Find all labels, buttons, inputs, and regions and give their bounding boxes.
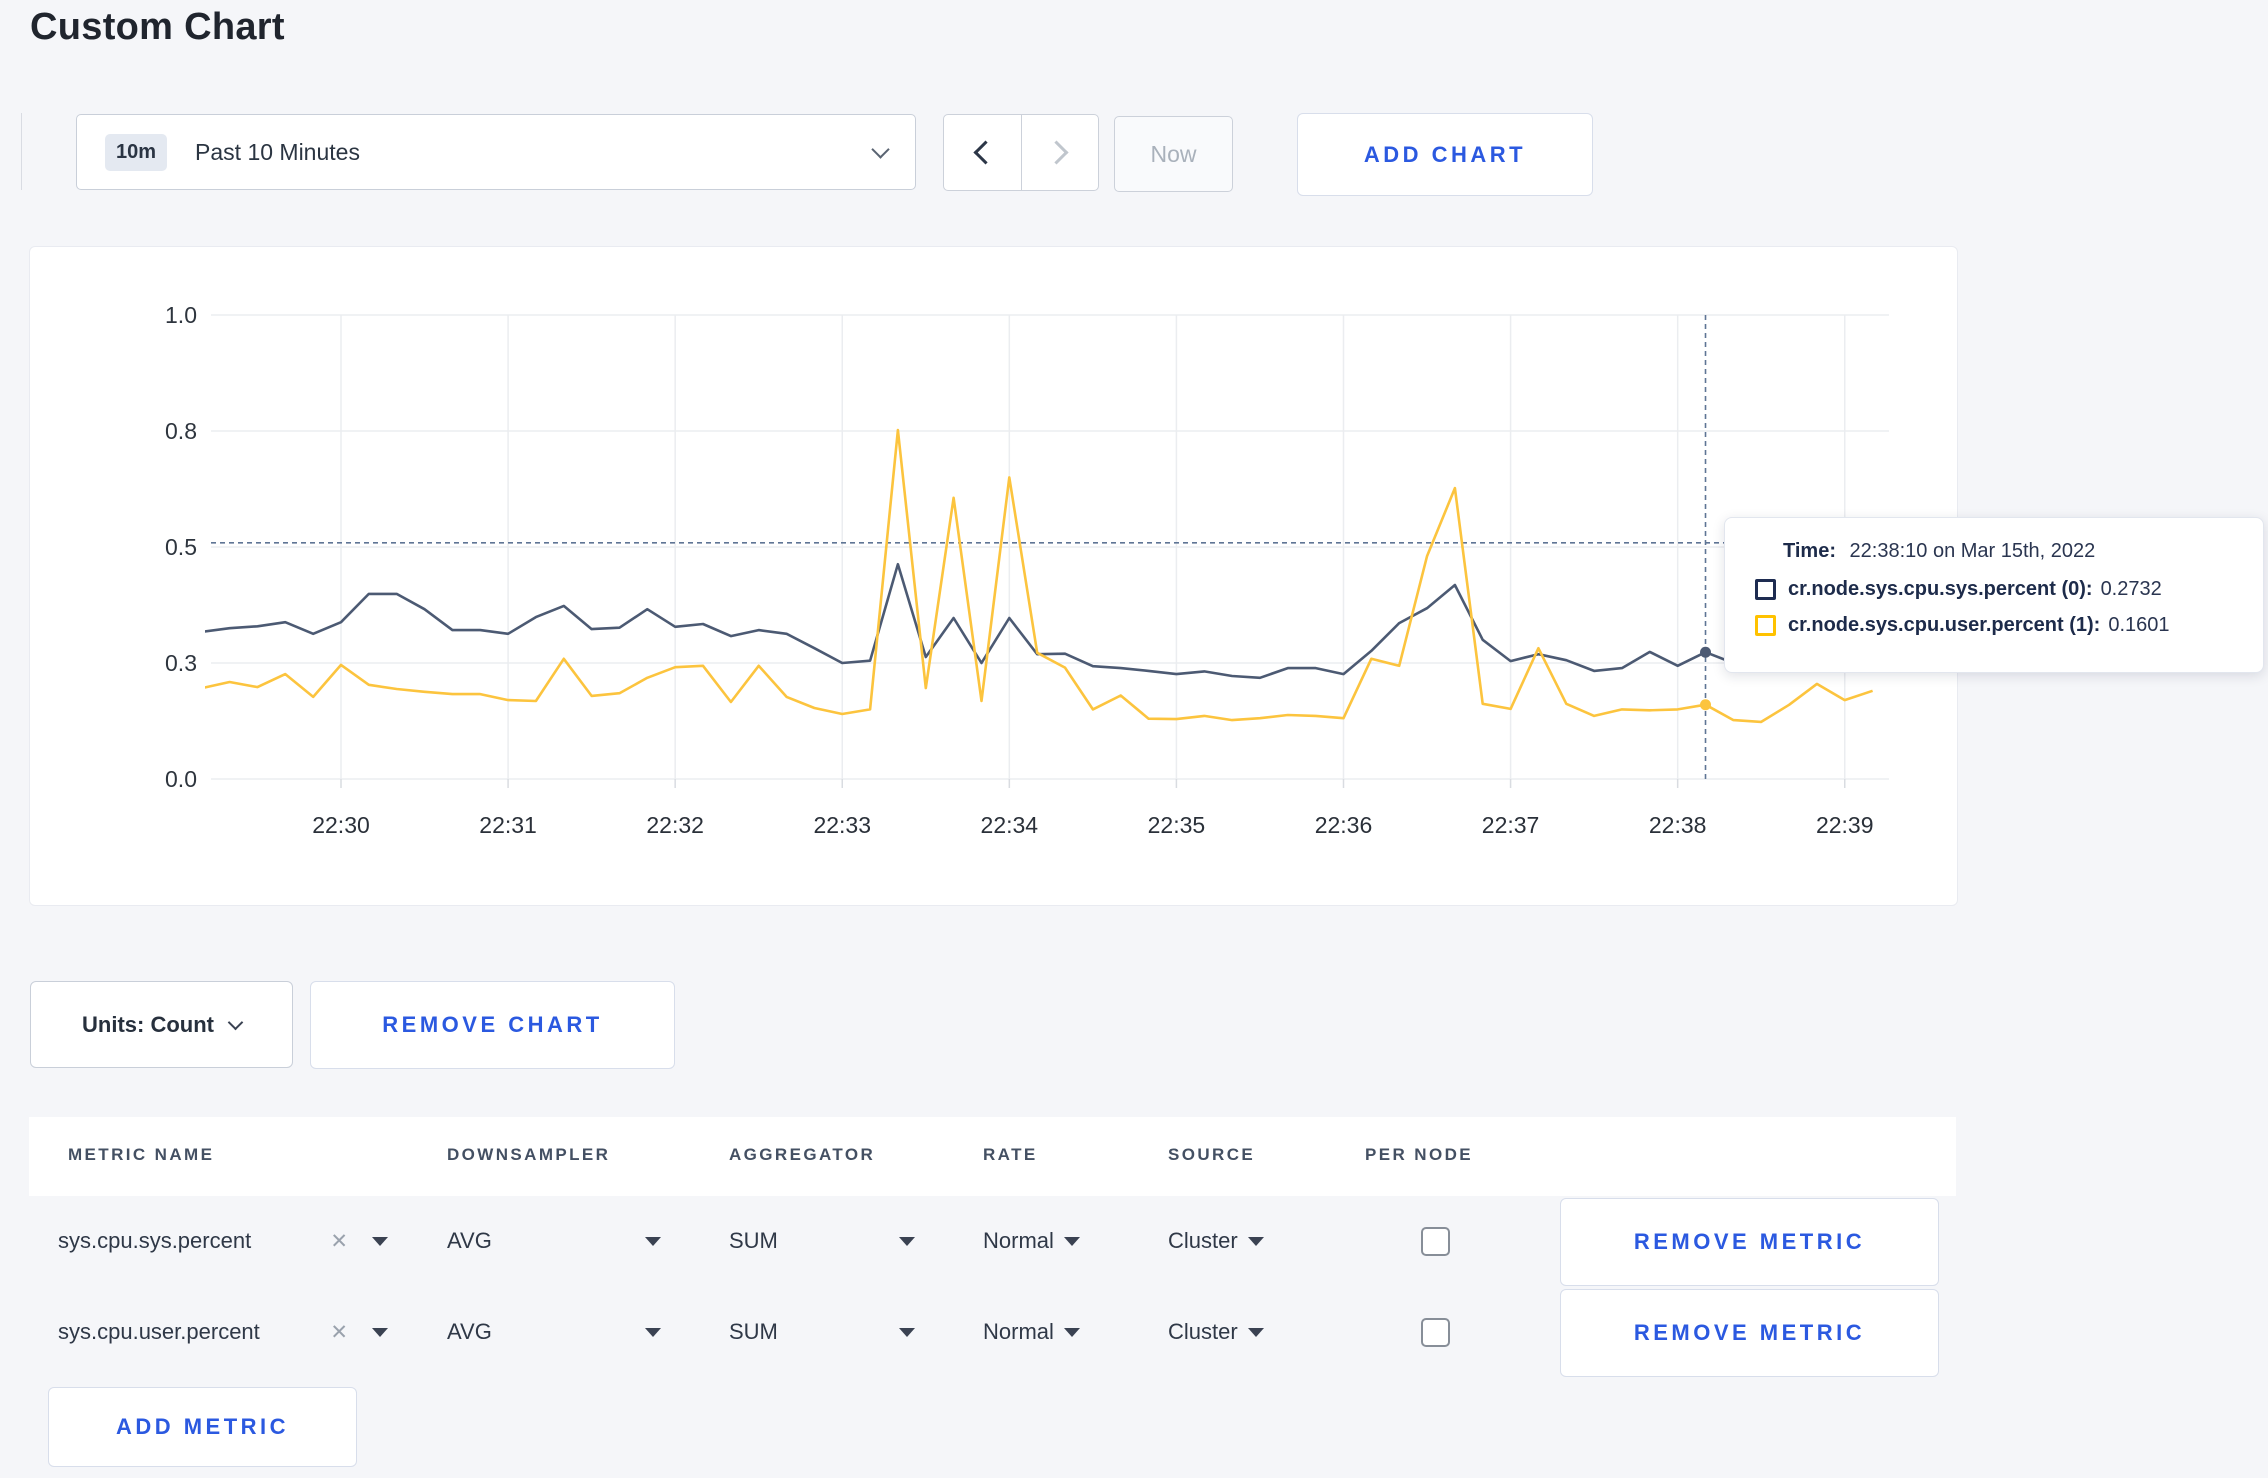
svg-text:22:39: 22:39 (1816, 812, 1874, 838)
svg-text:22:31: 22:31 (479, 812, 537, 838)
col-header-metric-name: METRIC NAME (68, 1145, 215, 1164)
time-range-select[interactable]: 10m Past 10 Minutes (76, 114, 916, 190)
chevron-right-icon (1044, 140, 1069, 165)
svg-text:0.8: 0.8 (165, 418, 197, 444)
tooltip-series-value: 0.2732 (2100, 578, 2162, 600)
svg-text:22:32: 22:32 (646, 812, 704, 838)
remove-chart-button[interactable]: REMOVE CHART (310, 981, 675, 1069)
caret-down-icon (1247, 1236, 1264, 1246)
col-header-aggregator: AGGREGATOR (729, 1145, 876, 1164)
source-value: Cluster (1168, 1228, 1238, 1253)
svg-text:22:33: 22:33 (813, 812, 871, 838)
metric-name-value: sys.cpu.sys.percent (58, 1228, 252, 1253)
metric-name-value: sys.cpu.user.percent (58, 1319, 260, 1344)
downsampler-value: AVG (447, 1319, 492, 1344)
per-node-checkbox[interactable] (1421, 1227, 1450, 1256)
metric-row: sys.cpu.user.percent ✕ AVG SUM Normal Cl… (29, 1289, 1956, 1377)
svg-text:22:36: 22:36 (1315, 812, 1373, 838)
col-header-per-node: PER NODE (1365, 1145, 1473, 1164)
rate-select[interactable]: Normal (983, 1289, 1080, 1375)
caret-down-icon (1063, 1327, 1080, 1337)
tooltip-time-value: 22:38:10 on Mar 15th, 2022 (1849, 540, 2096, 562)
chevron-down-icon (227, 1014, 244, 1031)
svg-text:22:37: 22:37 (1482, 812, 1540, 838)
toolbar-divider (21, 113, 22, 190)
tooltip-time-label: Time: (1783, 540, 1836, 562)
caret-down-icon (1063, 1236, 1080, 1246)
tooltip-series-value: 0.1601 (2108, 614, 2170, 636)
units-select[interactable]: Units: Count (30, 981, 293, 1068)
svg-text:0.0: 0.0 (165, 766, 197, 792)
svg-text:22:30: 22:30 (312, 812, 370, 838)
aggregator-select[interactable]: SUM (729, 1198, 915, 1284)
sys-series-swatch-icon (1755, 579, 1776, 600)
svg-text:22:38: 22:38 (1649, 812, 1707, 838)
units-label: Units: Count (82, 1011, 214, 1037)
prev-interval-button[interactable] (944, 115, 1022, 190)
remove-metric-button[interactable]: REMOVE METRIC (1560, 1289, 1939, 1377)
metric-name-select[interactable]: sys.cpu.sys.percent ✕ (58, 1198, 388, 1284)
aggregator-select[interactable]: SUM (729, 1289, 915, 1375)
rate-value: Normal (983, 1319, 1054, 1344)
svg-text:0.5: 0.5 (165, 534, 197, 560)
caret-down-icon (899, 1236, 915, 1246)
tooltip-series-label: cr.node.sys.cpu.sys.percent (0): (1788, 578, 2093, 600)
metric-name-select[interactable]: sys.cpu.user.percent ✕ (58, 1289, 388, 1375)
col-header-downsampler: DOWNSAMPLER (447, 1145, 611, 1164)
caret-down-icon (899, 1327, 915, 1337)
time-pager (943, 114, 1099, 191)
source-select[interactable]: Cluster (1168, 1289, 1264, 1375)
timeseries-chart[interactable]: 0.0 0.3 0.5 0.8 1.0 22:30 22:31 22:32 22:33 22:34… (30, 247, 1957, 905)
metrics-table-header: METRIC NAME DOWNSAMPLER AGGREGATOR RATE … (29, 1117, 1956, 1196)
svg-text:1.0: 1.0 (165, 302, 197, 328)
add-chart-button[interactable]: ADD CHART (1297, 113, 1593, 196)
time-range-badge: 10m (105, 133, 168, 171)
add-metric-button[interactable]: ADD METRIC (48, 1387, 357, 1467)
next-interval-button[interactable] (1022, 115, 1099, 190)
source-select[interactable]: Cluster (1168, 1198, 1264, 1284)
chevron-left-icon (973, 140, 998, 165)
downsampler-select[interactable]: AVG (447, 1198, 661, 1284)
metric-row: sys.cpu.sys.percent ✕ AVG SUM Normal Clu… (29, 1198, 1956, 1286)
svg-text:22:34: 22:34 (981, 812, 1039, 838)
user-series-swatch-icon (1755, 615, 1776, 636)
caret-down-icon (645, 1236, 661, 1246)
close-icon[interactable]: ✕ (330, 1229, 348, 1254)
chart-card: 0.0 0.3 0.5 0.8 1.0 22:30 22:31 22:32 22:33 22:34… (29, 246, 2264, 906)
col-header-rate: RATE (983, 1145, 1038, 1164)
now-button[interactable]: Now (1114, 116, 1233, 192)
caret-down-icon (1247, 1327, 1264, 1337)
remove-metric-button[interactable]: REMOVE METRIC (1560, 1198, 1939, 1286)
rate-value: Normal (983, 1228, 1054, 1253)
per-node-checkbox[interactable] (1421, 1318, 1450, 1347)
time-range-label: Past 10 Minutes (195, 138, 360, 165)
downsampler-select[interactable]: AVG (447, 1289, 661, 1375)
caret-down-icon (645, 1327, 661, 1337)
tooltip-time-row: Time: 22:38:10 on Mar 15th, 2022 (1783, 540, 2233, 563)
svg-text:22:35: 22:35 (1148, 812, 1206, 838)
chevron-down-icon (871, 139, 890, 159)
col-header-source: SOURCE (1168, 1145, 1256, 1164)
aggregator-value: SUM (729, 1319, 778, 1344)
rate-select[interactable]: Normal (983, 1198, 1080, 1284)
tooltip-series-row: cr.node.sys.cpu.sys.percent (0): 0.2732 (1755, 578, 2233, 601)
caret-down-icon (372, 1327, 388, 1337)
tooltip-series-row: cr.node.sys.cpu.user.percent (1): 0.1601 (1755, 614, 2233, 637)
tooltip-series-label: cr.node.sys.cpu.user.percent (1): (1788, 614, 2101, 636)
chart-tooltip: Time: 22:38:10 on Mar 15th, 2022 cr.node… (1724, 517, 2264, 673)
source-value: Cluster (1168, 1319, 1238, 1344)
svg-text:0.3: 0.3 (165, 650, 197, 676)
aggregator-value: SUM (729, 1228, 778, 1253)
page-title: Custom Chart (30, 6, 285, 48)
close-icon[interactable]: ✕ (330, 1320, 348, 1345)
caret-down-icon (372, 1236, 388, 1246)
downsampler-value: AVG (447, 1228, 492, 1253)
